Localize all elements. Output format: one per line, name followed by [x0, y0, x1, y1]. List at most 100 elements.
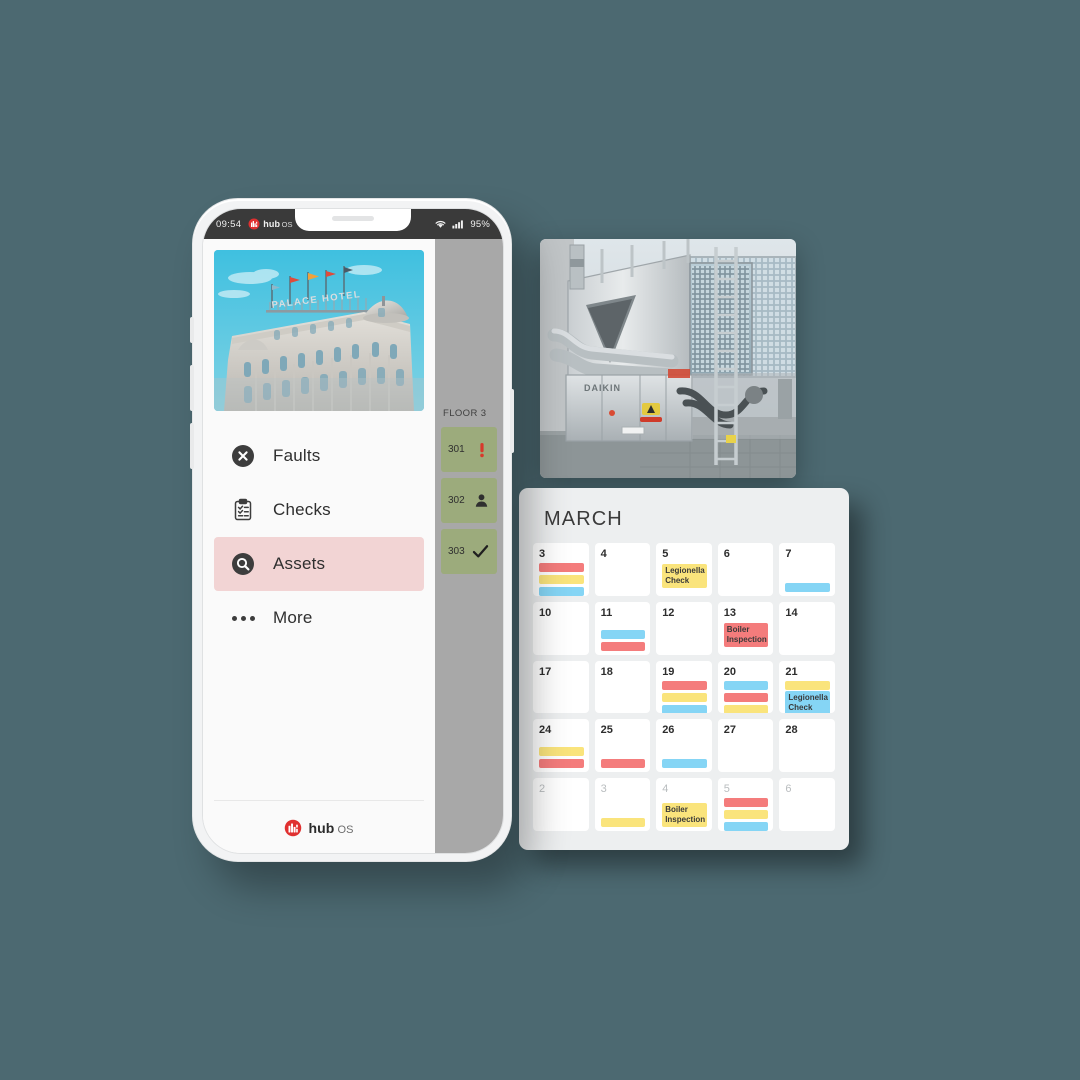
- calendar-day-number: 19: [662, 665, 675, 678]
- calendar-day-cell[interactable]: 3: [594, 778, 651, 831]
- calendar-day-cell[interactable]: 7: [779, 543, 835, 596]
- calendar-bar-group: [662, 680, 707, 714]
- calendar-bar-group: [723, 798, 769, 831]
- menu-item-assets[interactable]: Assets: [214, 537, 424, 591]
- room-list[interactable]: 301 302 303: [441, 427, 497, 580]
- phone-mockup: 09:54 hub OS 95% PALACE HOTEL Faults Che…: [190, 198, 514, 862]
- calendar-day-cell[interactable]: 17: [533, 660, 589, 714]
- phone-volume-up-button[interactable]: [190, 365, 194, 411]
- calendar-day-cell[interactable]: 26: [656, 719, 712, 773]
- calendar-day-number: 17: [539, 665, 552, 678]
- calendar-bar-blue[interactable]: [600, 629, 646, 639]
- calendar-day-cell[interactable]: 5 Legionella Check: [656, 543, 712, 596]
- calendar-day-cell[interactable]: 28: [779, 719, 835, 773]
- calendar-bar-blue[interactable]: [662, 704, 707, 714]
- room-card-301[interactable]: 301: [441, 427, 497, 472]
- calendar-day-cell[interactable]: 2: [533, 778, 589, 831]
- menu-item-label: Checks: [273, 500, 331, 519]
- floor-title: FLOOR 3: [443, 408, 487, 419]
- calendar-day-cell[interactable]: 21 Legionella Check: [779, 660, 835, 714]
- calendar-bar-red[interactable]: [600, 641, 646, 651]
- calendar-bar-blue[interactable]: [723, 680, 769, 690]
- calendar-day-number: 11: [600, 606, 613, 619]
- hotel-exterior-photo[interactable]: PALACE HOTEL: [214, 250, 424, 411]
- calendar-day-number: 2: [539, 783, 546, 796]
- calendar-day-number: 3: [539, 548, 546, 560]
- calendar-day-number: 13: [723, 606, 737, 619]
- hotel-photo-art: PALACE HOTEL: [214, 250, 424, 411]
- menu-item-faults[interactable]: Faults: [214, 429, 424, 483]
- checkmark-icon: [472, 544, 489, 559]
- calendar-bar-yellow[interactable]: [539, 575, 584, 585]
- footer-brand-text: hub OS: [308, 820, 354, 836]
- calendar-day-number: 27: [723, 724, 737, 737]
- calendar-day-number: 18: [600, 665, 613, 678]
- calendar-day-number: 26: [662, 724, 675, 737]
- calendar-event[interactable]: Legionella Check: [785, 690, 830, 714]
- menu-item-checks[interactable]: Checks: [214, 483, 424, 537]
- room-number: 302: [448, 495, 465, 506]
- calendar-day-cell[interactable]: 5: [717, 778, 774, 831]
- calendar-day-cell[interactable]: 6: [779, 778, 835, 831]
- calendar-event[interactable]: Boiler Inspection: [723, 622, 769, 647]
- calendar-panel[interactable]: MARCH 3 4 5 Legionella Check 6 7 10 11 12 13 Boile…: [519, 488, 849, 850]
- calendar-bar-group: [539, 563, 584, 596]
- calendar-day-number: 12: [662, 606, 675, 619]
- calendar-day-cell[interactable]: 13 Boiler Inspection: [717, 601, 774, 655]
- calendar-bar-yellow[interactable]: [723, 810, 769, 820]
- calendar-bar-group: [539, 747, 584, 769]
- calendar-bar-red[interactable]: [539, 759, 584, 769]
- calendar-bar-yellow[interactable]: [785, 680, 830, 690]
- calendar-day-number: 20: [723, 665, 737, 678]
- calendar-bar-group: [600, 629, 646, 651]
- calendar-day-cell[interactable]: 24: [533, 719, 589, 773]
- calendar-day-cell[interactable]: 14: [779, 601, 835, 655]
- calendar-day-cell[interactable]: 12: [656, 601, 712, 655]
- calendar-bar-yellow[interactable]: [723, 704, 769, 714]
- calendar-day-cell[interactable]: 6: [717, 543, 774, 596]
- calendar-bar-yellow[interactable]: [539, 747, 584, 757]
- calendar-bar-red[interactable]: [662, 680, 707, 690]
- calendar-day-number: 25: [600, 724, 613, 737]
- calendar-bar-blue[interactable]: [723, 822, 769, 831]
- calendar-bar-red[interactable]: [539, 563, 584, 573]
- earpiece-speaker: [332, 216, 374, 221]
- calendar-day-cell[interactable]: 4: [594, 543, 651, 596]
- calendar-bar-blue[interactable]: [662, 759, 707, 769]
- phone-volume-down-button[interactable]: [190, 423, 194, 469]
- main-menu[interactable]: Faults Checks Assets More: [203, 411, 435, 800]
- calendar-day-number: 28: [785, 724, 798, 737]
- ellipsis-icon: [230, 605, 256, 631]
- calendar-bar-red[interactable]: [600, 759, 646, 769]
- calendar-bar-blue[interactable]: [539, 587, 584, 596]
- calendar-bar-yellow[interactable]: [662, 692, 707, 702]
- calendar-day-number: 7: [785, 548, 792, 560]
- calendar-day-cell[interactable]: 4 Boiler Inspection: [656, 778, 712, 831]
- calendar-bar-group: [662, 759, 707, 769]
- calendar-day-cell[interactable]: 3: [533, 543, 589, 596]
- calendar-day-cell[interactable]: 19: [656, 660, 712, 714]
- calendar-bar-red[interactable]: [723, 798, 769, 808]
- room-card-303[interactable]: 303: [441, 529, 497, 574]
- calendar-event[interactable]: Boiler Inspection: [662, 802, 707, 827]
- phone-power-button[interactable]: [510, 389, 514, 453]
- calendar-day-cell[interactable]: 11: [594, 601, 651, 655]
- calendar-day-number: 24: [539, 724, 552, 737]
- calendar-bar-red[interactable]: [723, 692, 769, 702]
- calendar-day-cell[interactable]: 10: [533, 601, 589, 655]
- menu-item-more[interactable]: More: [214, 591, 424, 645]
- calendar-day-cell[interactable]: 18: [594, 660, 651, 714]
- phone-mute-switch[interactable]: [190, 317, 194, 343]
- status-bar-brand: hub OS: [263, 219, 293, 229]
- calendar-day-number: 4: [662, 783, 669, 796]
- calendar-grid[interactable]: 3 4 5 Legionella Check 6 7 10 11 12 13 Boiler Insp…: [533, 543, 835, 831]
- calendar-bar-yellow[interactable]: [600, 817, 646, 827]
- calendar-day-cell[interactable]: 20: [717, 660, 774, 714]
- room-card-302[interactable]: 302: [441, 478, 497, 523]
- composition-stage: DAIKIN MARCH 3 4 5 Legionella Check 6 7 …: [0, 0, 1080, 1080]
- calendar-bar-blue[interactable]: [785, 582, 830, 592]
- person-icon: [474, 493, 489, 508]
- calendar-day-cell[interactable]: 25: [594, 719, 651, 773]
- calendar-event[interactable]: Legionella Check: [662, 564, 707, 589]
- calendar-day-cell[interactable]: 27: [717, 719, 774, 773]
